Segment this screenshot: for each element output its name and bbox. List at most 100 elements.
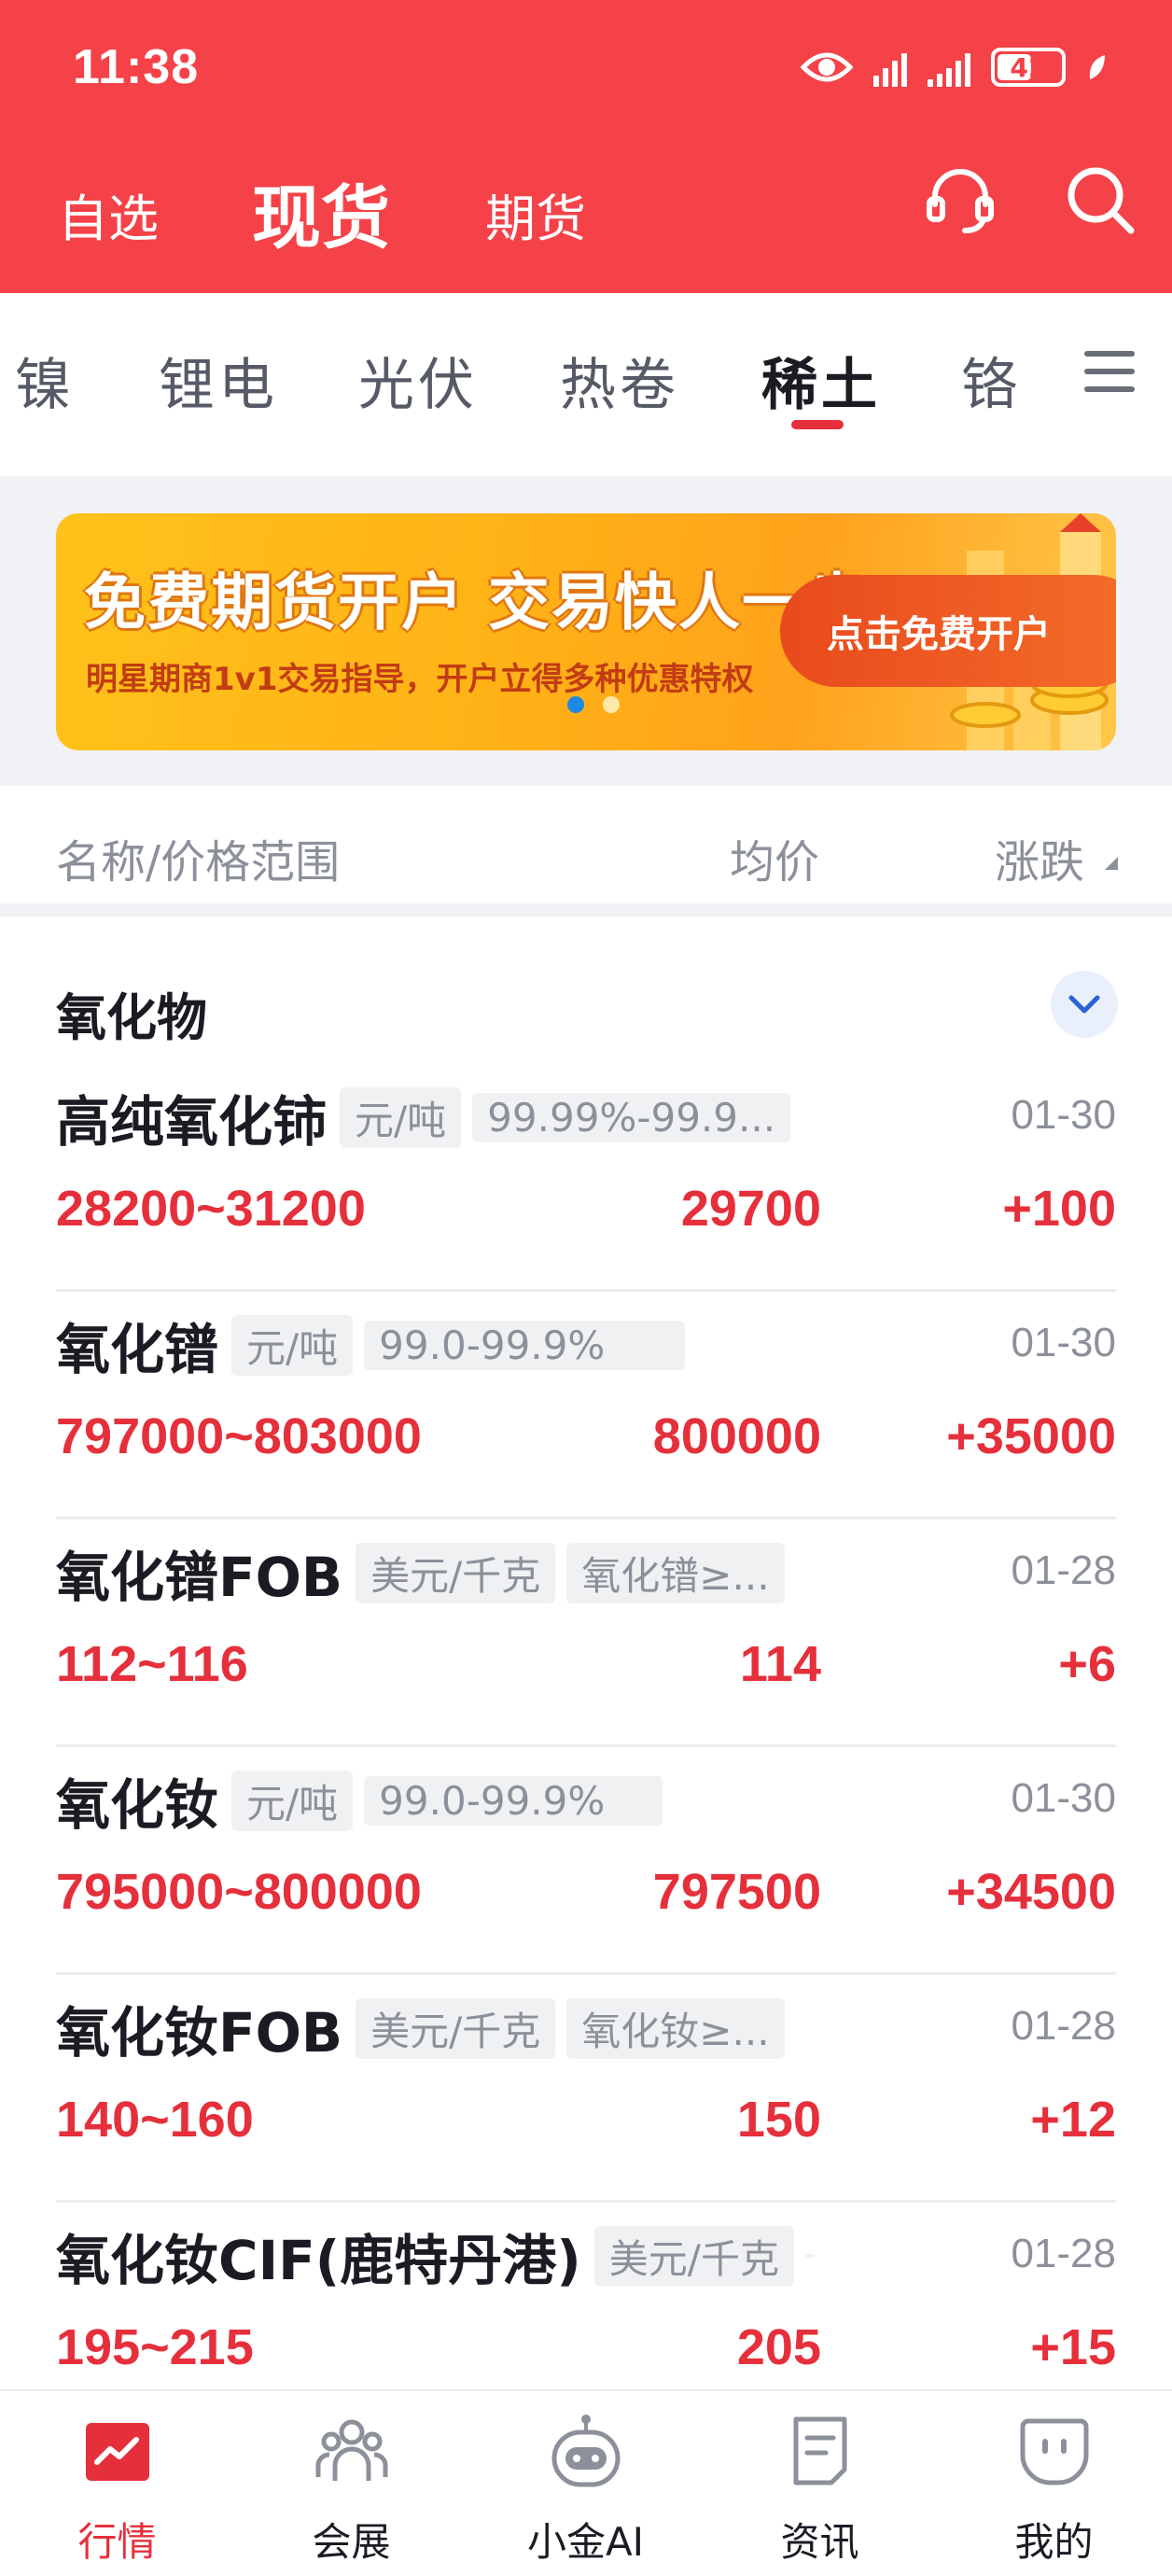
price-change: +6 (1058, 1636, 1116, 1692)
category-tab-nickel[interactable]: 镍 (15, 340, 75, 421)
price-range: 28200~31200 (56, 1181, 366, 1237)
item-name: 氧化钕FOB (56, 2001, 343, 2065)
price-range: 112~116 (56, 1636, 248, 1692)
spec-tag: 氧化钕≥... (566, 1997, 785, 2059)
item-date: 01-30 (1011, 1775, 1116, 1821)
profile-icon (1020, 2418, 1088, 2485)
item-date: 01-28 (1011, 2003, 1116, 2049)
carousel-dot (603, 696, 620, 713)
promo-banner[interactable]: 免费期货开户 交易快人一步 明星期商1v1交易指导，开户立得多种优惠特权 点击免… (56, 513, 1116, 750)
avg-price: 800000 (652, 1408, 821, 1464)
price-change: +34500 (946, 1864, 1116, 1920)
item-name: 氧化镨FOB (56, 1546, 343, 1609)
nav-item-mine[interactable]: 我的 (937, 2391, 1171, 2576)
category-tab-lithium[interactable]: 锂电 (159, 340, 278, 421)
nav-label: 行情 (77, 2519, 157, 2565)
nav-item-expo[interactable]: 会展 (234, 2391, 468, 2576)
avg-price: 205 (736, 2319, 821, 2375)
tab-spot[interactable]: 现货 (252, 162, 390, 262)
price-range: 797000~803000 (56, 1408, 422, 1464)
section-title: 氧化物 (56, 988, 207, 1047)
item-name: 高纯氧化铈 (56, 1090, 328, 1154)
avg-price: 29700 (680, 1181, 821, 1237)
col-name-range: 名称/价格范围 (56, 836, 341, 889)
signal-2-icon (928, 48, 970, 87)
market-chart-icon (85, 2423, 149, 2481)
item-date: 01-28 (1011, 1547, 1116, 1593)
list-item[interactable]: 氧化钕FOB 美元/千克 氧化钕≥... 01-28 140~160 150 +… (56, 1975, 1116, 2203)
carousel-dot-active (567, 696, 584, 713)
item-date: 01-28 (1011, 2231, 1116, 2276)
status-icons: 42 (801, 41, 1107, 93)
signal-icon (873, 48, 907, 87)
list-item[interactable]: 氧化镨 元/吨 99.0-99.9% 01-30 797000~803000 8… (56, 1292, 1116, 1519)
robot-icon (551, 2415, 620, 2487)
nav-item-market[interactable]: 行情 (0, 2391, 234, 2576)
avg-price: 150 (736, 2092, 821, 2148)
avg-price: 797500 (652, 1864, 821, 1920)
nav-item-ai[interactable]: 小金AI (468, 2391, 703, 2576)
spec-tag: 99.99%-99.9... (472, 1092, 791, 1142)
people-icon (315, 2419, 387, 2481)
tab-watchlist[interactable]: 自选 (58, 177, 159, 251)
spec-tag: 99.0-99.9% (364, 1320, 686, 1370)
active-tab-indicator (791, 420, 844, 429)
unit-tag: 美元/千克 (356, 1997, 556, 2059)
item-name: 氧化钕CIF(鹿特丹港) (56, 2229, 581, 2292)
app-header: 11:38 42 自选 现货 期货 (0, 0, 1172, 293)
category-tab-pv[interactable]: 光伏 (358, 340, 478, 421)
carousel-dots (567, 696, 620, 713)
banner-area: 免费期货开户 交易快人一步 明星期商1v1交易指导，开户立得多种优惠特权 点击免… (0, 476, 1172, 786)
avg-price: 114 (739, 1636, 821, 1692)
open-account-button[interactable]: 点击免费开户 (780, 575, 1116, 687)
nav-label: 会展 (312, 2519, 391, 2565)
item-name: 氧化镨 (56, 1318, 219, 1381)
collapse-button[interactable] (1051, 971, 1118, 1038)
unit-tag: 美元/千克 (593, 2225, 794, 2287)
price-change: +100 (1002, 1181, 1116, 1237)
nav-label: 小金AI (526, 2519, 645, 2565)
banner-subtitle: 明星期商1v1交易指导，开户立得多种优惠特权 (86, 661, 754, 698)
sort-icon[interactable] (1105, 857, 1118, 870)
list-item[interactable]: 氧化钕 元/吨 99.0-99.9% 01-30 795000~800000 7… (56, 1747, 1116, 1975)
item-name: 氧化钕 (56, 1773, 219, 1837)
banner-title: 免费期货开户 交易快人一步 (84, 567, 869, 638)
nav-label: 资讯 (780, 2519, 859, 2565)
list-item[interactable]: 氧化镨FOB 美元/千克 氧化镨≥... 01-28 112~116 114 +… (56, 1519, 1116, 1747)
menu-icon[interactable] (1082, 347, 1137, 396)
bottom-nav: 行情 会展 小金AI 资讯 我的 (0, 2389, 1172, 2576)
battery-icon: 42 (991, 48, 1066, 87)
unit-tag: 美元/千克 (356, 1542, 556, 1603)
price-range: 195~215 (56, 2319, 254, 2375)
column-header: 名称/价格范围 均价 涨跌 (0, 786, 1172, 917)
unit-tag: 元/吨 (231, 1770, 354, 1831)
customer-service-icon[interactable] (924, 163, 997, 236)
category-tab-rare-earth[interactable]: 稀土 (761, 340, 881, 421)
nav-label: 我的 (1014, 2519, 1094, 2565)
price-change: +35000 (946, 1408, 1116, 1464)
spec-tag (804, 2254, 815, 2258)
price-range: 795000~800000 (56, 1864, 422, 1920)
item-date: 01-30 (1011, 1092, 1116, 1138)
eye-icon (801, 52, 853, 82)
spec-tag: 99.0-99.9% (364, 1775, 663, 1826)
col-change[interactable]: 涨跌 (995, 825, 1084, 890)
nav-item-news[interactable]: 资讯 (703, 2391, 937, 2576)
spec-tag: 氧化镨≥... (566, 1542, 785, 1603)
unit-tag: 元/吨 (231, 1314, 354, 1376)
unit-tag: 元/吨 (340, 1086, 462, 1148)
document-icon (793, 2416, 846, 2485)
col-avg-price[interactable]: 均价 (730, 825, 819, 890)
category-tab-chromium[interactable]: 铬 (961, 340, 1021, 421)
leaf-icon (1089, 55, 1105, 79)
price-change: +15 (1030, 2319, 1116, 2375)
category-tab-hot-coil[interactable]: 热卷 (560, 340, 679, 421)
price-range: 140~160 (56, 2092, 254, 2148)
list-item[interactable]: 高纯氧化铈 元/吨 99.99%-99.9... 01-30 28200~312… (56, 1064, 1116, 1292)
tab-futures[interactable]: 期货 (485, 177, 586, 251)
battery-level: 42 (1010, 51, 1047, 83)
status-bar: 11:38 42 (0, 0, 1172, 131)
item-date: 01-30 (1011, 1320, 1116, 1365)
chevron-down-icon (1068, 995, 1100, 1014)
search-icon[interactable] (1064, 163, 1137, 236)
